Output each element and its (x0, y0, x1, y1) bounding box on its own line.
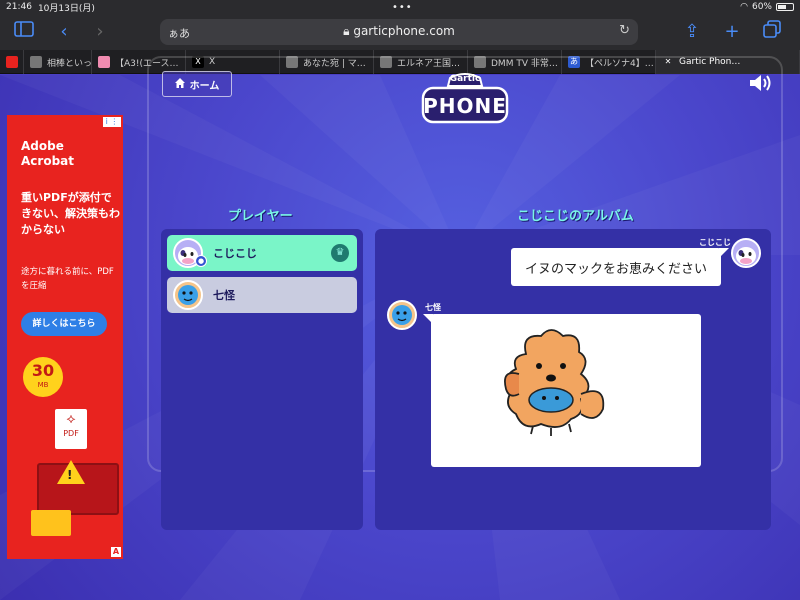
home-icon (174, 77, 185, 91)
status-time: 21:46 (6, 2, 32, 12)
new-tab-icon[interactable]: + (720, 20, 744, 44)
status-date: 10月13日(月) (37, 3, 95, 14)
ad-cta-button[interactable]: 詳しくはこちら (21, 312, 107, 336)
back-icon[interactable]: ‹ (52, 20, 76, 44)
battery-icon (776, 3, 794, 11)
album-title: こじこじのアルバム (517, 209, 634, 224)
url-text: garticphone.com (353, 24, 455, 38)
battery-percent: 60% (751, 2, 772, 12)
reload-icon[interactable]: ↻ (619, 23, 630, 38)
address-bar[interactable]: ぁあ 🔒︎ garticphone.com ↻ (160, 19, 638, 45)
share-icon[interactable]: ⇪ (680, 20, 704, 44)
blob-avatar-icon (173, 280, 203, 310)
prompt-text: イヌのマックをお恵みください (524, 261, 707, 277)
home-button[interactable]: ホーム (162, 71, 232, 97)
favicon-pink-icon (98, 56, 110, 68)
ad-headline: 重いPDFが添付できない、解決策もわからない (21, 191, 120, 236)
logo-text-bottom: PHONE (423, 94, 507, 118)
drawing-author-name: 七怪 (425, 303, 441, 312)
sound-icon[interactable] (748, 72, 774, 94)
ad-subtext: 途方に暮れる前に、PDFを圧縮 (21, 267, 114, 291)
player-card[interactable]: 七怪 (167, 277, 357, 313)
tab-0[interactable] (0, 50, 24, 74)
wifi-icon: ◠ (740, 2, 748, 12)
sidebar-icon[interactable] (12, 20, 36, 44)
file-size-unit: MB (37, 381, 49, 389)
player-name: こじこじ (213, 247, 257, 260)
ad-info-icon[interactable]: i ⋮ (103, 117, 121, 127)
multitask-dots-icon[interactable]: ••• (392, 2, 413, 13)
file-size-number: 30 (31, 361, 55, 380)
pdf-label: PDF (63, 429, 79, 438)
lock-icon: 🔒︎ (343, 24, 350, 38)
drawing-bubble (423, 314, 701, 467)
crown-icon: ♛ (331, 244, 349, 262)
blob-avatar-icon (387, 300, 417, 330)
file-size-badge: 30 MB (23, 357, 63, 397)
forward-icon[interactable]: › (88, 20, 112, 44)
tab-1[interactable]: 相棒といっし… (24, 50, 92, 74)
favicon-page-icon (30, 56, 42, 68)
prompt-bubble: イヌのマックをお恵みください (511, 248, 729, 286)
home-label: ホーム (189, 80, 220, 92)
favicon-red-icon (6, 56, 18, 68)
gartic-phone-logo: Gartic PHONE (420, 70, 510, 126)
players-title: プレイヤー (228, 209, 293, 224)
pdf-document-icon: ⟡ PDF (55, 409, 87, 449)
prompt-author-name: こじこじ (699, 238, 731, 247)
advertisement[interactable]: i ⋮ Adobe Acrobat 重いPDFが添付できない、解決策もわからない… (7, 115, 123, 559)
you-badge-icon: ● (195, 255, 207, 267)
status-bar: 21:46 10月13日(月) ••• ◠ 60% (0, 0, 800, 14)
adchoices-icon[interactable]: A (111, 547, 121, 557)
logo-text-top: Gartic (449, 74, 481, 84)
player-card[interactable]: ● こじこじ ♛ (167, 235, 357, 271)
envelope-icon (31, 510, 71, 536)
player-name: 七怪 (213, 289, 235, 302)
tabs-overview-icon[interactable] (760, 20, 784, 44)
dog-drawing (504, 329, 605, 436)
ad-brand: Adobe Acrobat (21, 139, 74, 168)
players-panel: ● こじこじ ♛ 七怪 (161, 229, 363, 530)
cow-avatar-icon (731, 238, 761, 268)
tab-label: 相棒といっし… (47, 58, 92, 69)
